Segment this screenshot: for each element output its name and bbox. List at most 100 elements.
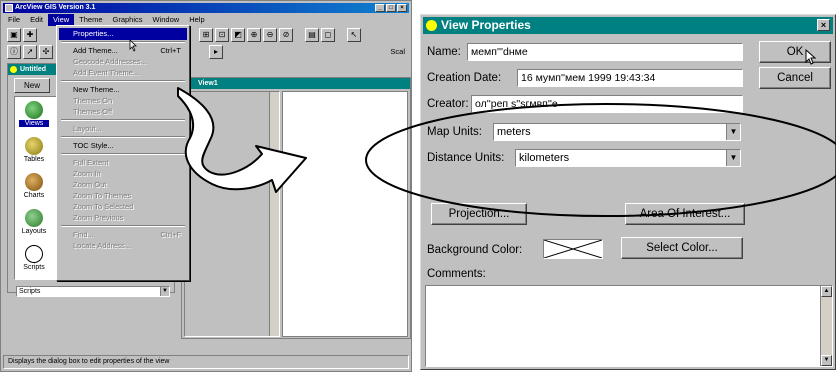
scroll-down-icon[interactable]: ▼: [821, 355, 832, 366]
map-units-select[interactable]: meters ▼: [493, 123, 741, 141]
view-menu-item[interactable]: Zoom Previous: [59, 212, 187, 224]
zoom-out-icon[interactable]: ⊖: [263, 28, 277, 42]
view-menu-item-label: New Theme...: [73, 85, 120, 94]
doc-type-layouts[interactable]: Layouts: [19, 209, 49, 243]
vertex-tool-icon[interactable]: ✣: [39, 45, 53, 59]
doc-type-label: Layouts: [21, 228, 47, 235]
system-menu-icon[interactable]: [5, 4, 13, 12]
view-menu-item-label: Zoom To Selected: [73, 202, 134, 211]
doc-type-tables[interactable]: Tables: [19, 137, 49, 171]
projection-button[interactable]: Projection...: [431, 203, 527, 225]
zoom-themes-icon[interactable]: ⊡: [215, 28, 229, 42]
identify-tool-icon[interactable]: ⓘ: [7, 45, 21, 59]
app-title: ArcView GIS Version 3.1: [15, 4, 96, 11]
view-menu-item[interactable]: Locate Address...: [59, 240, 187, 252]
zoom-in-icon[interactable]: ⊕: [247, 28, 261, 42]
scroll-up-icon[interactable]: ▲: [821, 286, 832, 297]
app-title-bar: ArcView GIS Version 3.1 _ □ ×: [3, 3, 409, 13]
ok-button[interactable]: OK: [759, 41, 831, 63]
view-menu-item-label: Layout...: [73, 124, 102, 133]
distance-units-label: Distance Units:: [427, 152, 505, 164]
view-menu-item[interactable]: TOC Style...: [59, 140, 187, 152]
menu-edit[interactable]: Edit: [25, 14, 48, 26]
map-units-value: meters: [497, 126, 531, 138]
minimize-button[interactable]: _: [375, 4, 385, 12]
view-menu-item[interactable]: Themes Off: [59, 106, 187, 118]
view-menu-item-label: Geocode Addresses...: [73, 57, 147, 66]
view-menu-item-label: Themes Off: [73, 107, 113, 116]
chevron-down-icon[interactable]: ▼: [726, 150, 740, 166]
menu-separator: [61, 225, 185, 227]
select-features-icon[interactable]: ▤: [305, 28, 319, 42]
scripts-select-value: Scripts: [19, 288, 41, 295]
view-menu-item-label: Themes On: [73, 96, 113, 105]
menu-separator: [61, 80, 185, 82]
menu-file[interactable]: File: [3, 14, 25, 26]
comments-textarea[interactable]: ▲ ▼: [425, 285, 833, 367]
view1-window: View1: [181, 77, 411, 339]
chevron-down-icon[interactable]: ▼: [160, 287, 169, 296]
view-menu-item-label: Zoom Out: [73, 180, 107, 189]
distance-units-select[interactable]: kilometers ▼: [515, 149, 741, 167]
help-arrow-icon[interactable]: ↖: [347, 28, 361, 42]
doc-type-label: Tables: [23, 156, 45, 163]
doc-type-label: Charts: [23, 192, 45, 199]
dialog-title-bar: View Properties ×: [423, 17, 833, 34]
pointer-tool-icon[interactable]: ➚: [23, 45, 37, 59]
select-color-button[interactable]: Select Color...: [621, 237, 743, 259]
area-of-interest-button[interactable]: Area Of Interest...: [625, 203, 745, 225]
background-color-swatch: [543, 239, 603, 259]
maximize-button[interactable]: □: [386, 4, 396, 12]
tables-icon: [25, 137, 43, 155]
cancel-button[interactable]: Cancel: [759, 67, 831, 89]
menu-separator: [61, 119, 185, 121]
dialog-close-button[interactable]: ×: [817, 19, 830, 31]
creator-field[interactable]: ол''реп s''sгмвп''е: [471, 95, 743, 113]
doc-type-label: Views: [19, 120, 49, 127]
comments-scrollbar[interactable]: ▲ ▼: [820, 286, 832, 366]
draw-tool-icon[interactable]: ▸: [209, 45, 223, 59]
views-icon: [25, 101, 43, 119]
table-of-contents[interactable]: [184, 91, 280, 337]
creation-date-field[interactable]: 16 мумп''мем 1999 19:43:34: [517, 69, 743, 87]
scripts-select[interactable]: Scripts ▼: [16, 286, 170, 297]
zoom-selected-icon[interactable]: ◩: [231, 28, 245, 42]
view-menu-item[interactable]: Add Event Theme...: [59, 67, 187, 79]
view-menu-item-label: Zoom To Themes: [73, 191, 132, 200]
view-menu-item-label: Add Event Theme...: [73, 68, 140, 77]
close-button[interactable]: ×: [397, 4, 407, 12]
menu-separator: [61, 41, 185, 43]
name-label: Name:: [427, 46, 461, 58]
name-field[interactable]: мемп'''dнме: [467, 43, 743, 61]
distance-units-value: kilometers: [519, 152, 570, 164]
view-menu-item[interactable]: Properties...: [59, 28, 187, 40]
view-menu-item-label: Find...: [73, 230, 94, 239]
view-menu-item-label: Full Extent: [73, 158, 109, 167]
background-color-label: Background Color:: [427, 244, 523, 256]
view-menu-dropdown: Properties... Add Theme... Ctrl+T Geocode A…: [56, 25, 190, 281]
comments-label: Comments:: [427, 268, 486, 280]
new-button[interactable]: New: [14, 78, 50, 93]
view1-title: View1: [198, 80, 218, 87]
menu-separator: [61, 153, 185, 155]
view-menu-item[interactable]: Layout...: [59, 123, 187, 135]
doc-type-views[interactable]: Views: [19, 101, 49, 135]
doc-type-scripts[interactable]: Scripts: [19, 245, 49, 279]
view-properties-dialog: View Properties × Name: мемп'''dнме Crea…: [420, 14, 836, 370]
zoom-full-icon[interactable]: ⊞: [199, 28, 213, 42]
map-display[interactable]: [282, 91, 408, 337]
scripts-icon: [25, 245, 43, 263]
doc-type-charts[interactable]: Charts: [19, 173, 49, 207]
clear-selection-icon[interactable]: ◻: [321, 28, 335, 42]
creator-label: Creator:: [427, 98, 469, 110]
add-theme-icon[interactable]: ✚: [23, 28, 37, 42]
toc-scrollbar[interactable]: [269, 92, 279, 336]
view1-title-bar: View1: [182, 78, 410, 89]
creation-date-label: Creation Date:: [427, 72, 502, 84]
status-bar: Displays the dialog box to edit properti…: [3, 355, 409, 369]
view-menu-item-label: Add Theme...: [73, 46, 118, 55]
chevron-down-icon[interactable]: ▼: [726, 124, 740, 140]
save-project-icon[interactable]: ▣: [7, 28, 21, 42]
view-menu-item-label: Properties...: [73, 29, 114, 38]
zoom-previous-icon[interactable]: ⊘: [279, 28, 293, 42]
